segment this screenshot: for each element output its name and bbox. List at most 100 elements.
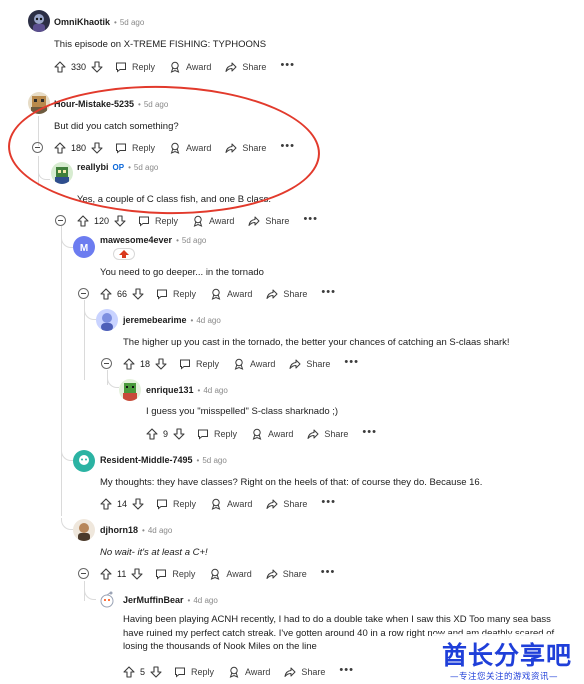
upvote-icon[interactable] xyxy=(146,428,158,440)
avatar[interactable] xyxy=(96,589,118,611)
reply-button[interactable]: Reply xyxy=(115,61,155,73)
author-name[interactable]: JerMuffinBear xyxy=(123,595,184,605)
share-button[interactable]: Share xyxy=(266,568,307,580)
downvote-icon[interactable] xyxy=(173,428,185,440)
avatar-icon xyxy=(73,519,95,541)
more-options-button[interactable]: ••• xyxy=(280,140,295,152)
avatar[interactable] xyxy=(73,519,95,541)
share-arrow-icon xyxy=(225,143,237,153)
author-name[interactable]: jeremebearime xyxy=(123,315,187,325)
more-options-button[interactable]: ••• xyxy=(321,496,336,508)
reply-bubble-icon xyxy=(116,143,127,154)
collapse-icon[interactable] xyxy=(78,568,89,579)
share-button[interactable]: Share xyxy=(225,142,266,154)
more-icon: ••• xyxy=(303,213,318,225)
author-name[interactable]: mawesome4ever xyxy=(100,235,172,245)
more-options-button[interactable]: ••• xyxy=(321,286,336,298)
downvote-icon[interactable] xyxy=(91,142,103,154)
avatar-icon xyxy=(96,589,118,611)
share-arrow-icon xyxy=(248,216,260,226)
avatar[interactable] xyxy=(28,10,50,32)
reply-button[interactable]: Reply xyxy=(155,568,195,580)
more-options-button[interactable]: ••• xyxy=(280,59,295,71)
reply-button[interactable]: Reply xyxy=(138,215,178,227)
award-button[interactable]: Award xyxy=(210,288,252,300)
avatar[interactable] xyxy=(28,92,50,114)
share-button[interactable]: Share xyxy=(289,358,330,370)
reply-button[interactable]: Reply xyxy=(115,142,155,154)
avatar[interactable] xyxy=(96,309,118,331)
award-button[interactable]: Award xyxy=(169,142,211,154)
upvote-icon[interactable] xyxy=(54,61,66,73)
downvote-icon[interactable] xyxy=(114,215,126,227)
author-name[interactable]: djhorn18 xyxy=(100,525,138,535)
downvote-icon[interactable] xyxy=(150,666,162,678)
vote-group: 330 xyxy=(54,61,103,73)
reply-label: Reply xyxy=(132,143,156,153)
received-award-badge[interactable] xyxy=(113,248,135,260)
share-label: Share xyxy=(324,429,349,439)
share-button[interactable]: Share xyxy=(266,498,307,510)
award-icon xyxy=(234,358,244,370)
award-button[interactable]: Award xyxy=(209,568,252,580)
upvote-icon[interactable] xyxy=(123,358,135,370)
vote-group: 11 xyxy=(100,568,143,580)
avatar[interactable] xyxy=(73,450,95,472)
more-options-button[interactable]: ••• xyxy=(362,426,377,438)
more-options-button[interactable]: ••• xyxy=(321,566,336,578)
collapse-icon[interactable] xyxy=(78,288,89,299)
watermark: 酋长分享吧 —专注您关注的游戏资讯— xyxy=(432,634,580,684)
author-name[interactable]: enrique131 xyxy=(146,385,194,395)
vote-count: 9 xyxy=(163,429,169,439)
award-icon xyxy=(211,288,221,300)
more-options-button[interactable]: ••• xyxy=(303,213,318,225)
collapse-icon[interactable] xyxy=(55,215,66,226)
vote-count: 11 xyxy=(117,569,127,579)
collapse-icon[interactable] xyxy=(101,358,112,369)
upvote-icon[interactable] xyxy=(123,666,135,678)
reply-button[interactable]: Reply xyxy=(174,666,214,678)
downvote-icon[interactable] xyxy=(131,568,143,580)
share-button[interactable]: Share xyxy=(307,428,348,440)
share-button[interactable]: Share xyxy=(266,288,307,300)
avatar[interactable]: M xyxy=(73,236,95,258)
award-button[interactable]: Award xyxy=(233,358,275,370)
author-name[interactable]: reallybi xyxy=(77,162,109,172)
downvote-icon[interactable] xyxy=(91,61,103,73)
award-button[interactable]: Award xyxy=(169,61,211,73)
upvote-icon[interactable] xyxy=(100,498,112,510)
reply-label: Reply xyxy=(196,359,220,369)
author-name[interactable]: OmniKhaotik xyxy=(54,17,110,27)
share-button[interactable]: Share xyxy=(225,61,266,73)
downvote-icon[interactable] xyxy=(132,498,144,510)
reply-button[interactable]: Reply xyxy=(156,498,196,510)
award-button[interactable]: Award xyxy=(210,498,252,510)
award-button[interactable]: Award xyxy=(251,428,293,440)
author-name[interactable]: Hour-Mistake-5235 xyxy=(54,99,134,109)
more-options-button[interactable]: ••• xyxy=(344,356,359,368)
reply-button[interactable]: Reply xyxy=(179,358,219,370)
avatar[interactable] xyxy=(119,379,141,401)
award-button[interactable]: Award xyxy=(228,666,270,678)
share-button[interactable]: Share xyxy=(284,666,325,678)
downvote-icon[interactable] xyxy=(155,358,167,370)
upvote-icon[interactable] xyxy=(77,215,89,227)
vote-group: 66 xyxy=(100,288,144,300)
upvote-icon[interactable] xyxy=(100,568,112,580)
reply-bubble-icon xyxy=(180,359,191,370)
more-options-button[interactable]: ••• xyxy=(339,664,354,676)
avatar[interactable] xyxy=(51,162,73,184)
collapse-icon[interactable] xyxy=(32,142,43,153)
reply-button[interactable]: Reply xyxy=(197,428,237,440)
share-button[interactable]: Share xyxy=(248,215,289,227)
award-button[interactable]: Award xyxy=(192,215,234,227)
thread-curve xyxy=(61,238,73,248)
comment-meta: mawesome4ever • 5d ago xyxy=(100,232,206,248)
author-name[interactable]: Resident-Middle-7495 xyxy=(100,455,193,465)
share-label: Share xyxy=(306,359,331,369)
upvote-icon[interactable] xyxy=(100,288,112,300)
upvote-icon[interactable] xyxy=(54,142,66,154)
award-label: Award xyxy=(227,289,253,299)
downvote-icon[interactable] xyxy=(132,288,144,300)
reply-button[interactable]: Reply xyxy=(156,288,196,300)
